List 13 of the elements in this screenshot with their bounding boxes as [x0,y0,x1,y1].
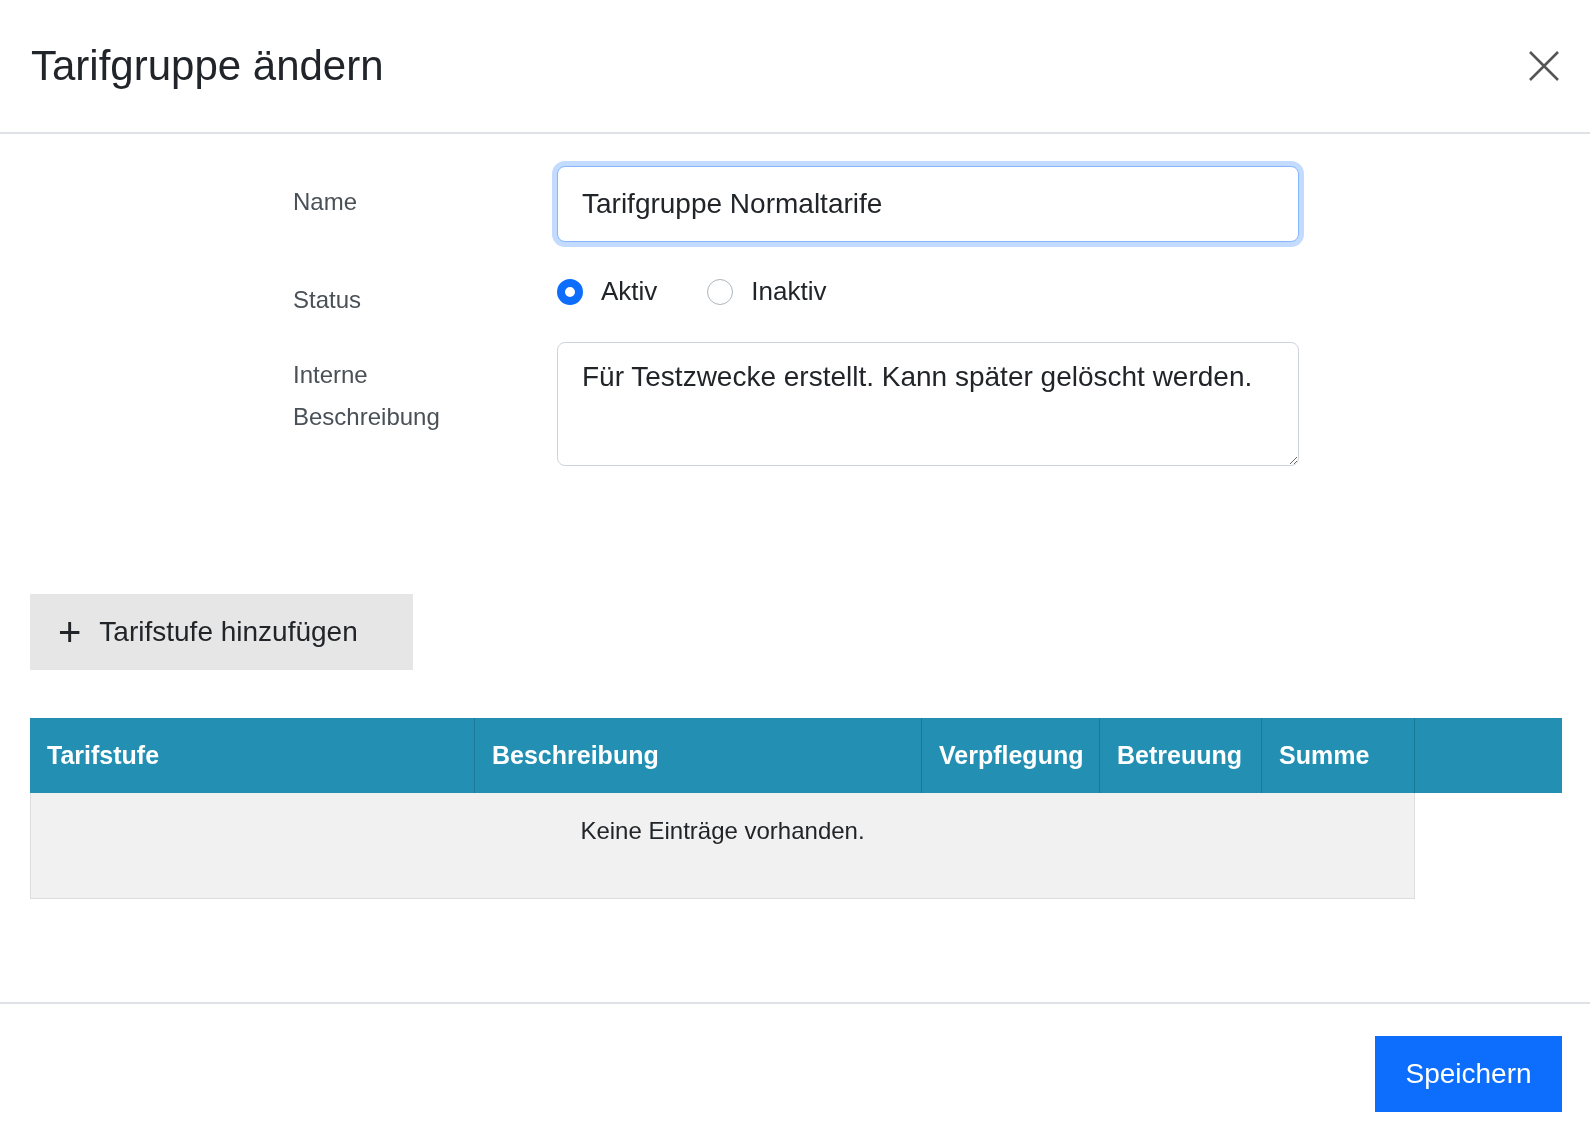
add-button[interactable]: + Tarifstufe hinzufügen [30,594,413,670]
description-textarea[interactable]: Für Testzwecke erstellt. Kann später gelöscht werden. [557,342,1299,466]
dialog-title: Tarifgruppe ändern [31,42,384,90]
close-icon [1528,50,1560,82]
status-radio[interactable]: Aktiv [557,276,658,307]
close-button[interactable] [1528,50,1560,82]
field-label: Status [293,285,363,314]
status-radio[interactable]: Inaktiv [707,276,827,307]
empty-message: Keine Einträge vorhanden. [30,793,1415,899]
name-input[interactable]: Tarifgruppe Normaltarife [557,166,1299,242]
save-button[interactable]: Speichern [1375,1036,1562,1112]
field-label: Name [293,187,359,216]
field-label: Interne Beschreibung [293,360,441,432]
